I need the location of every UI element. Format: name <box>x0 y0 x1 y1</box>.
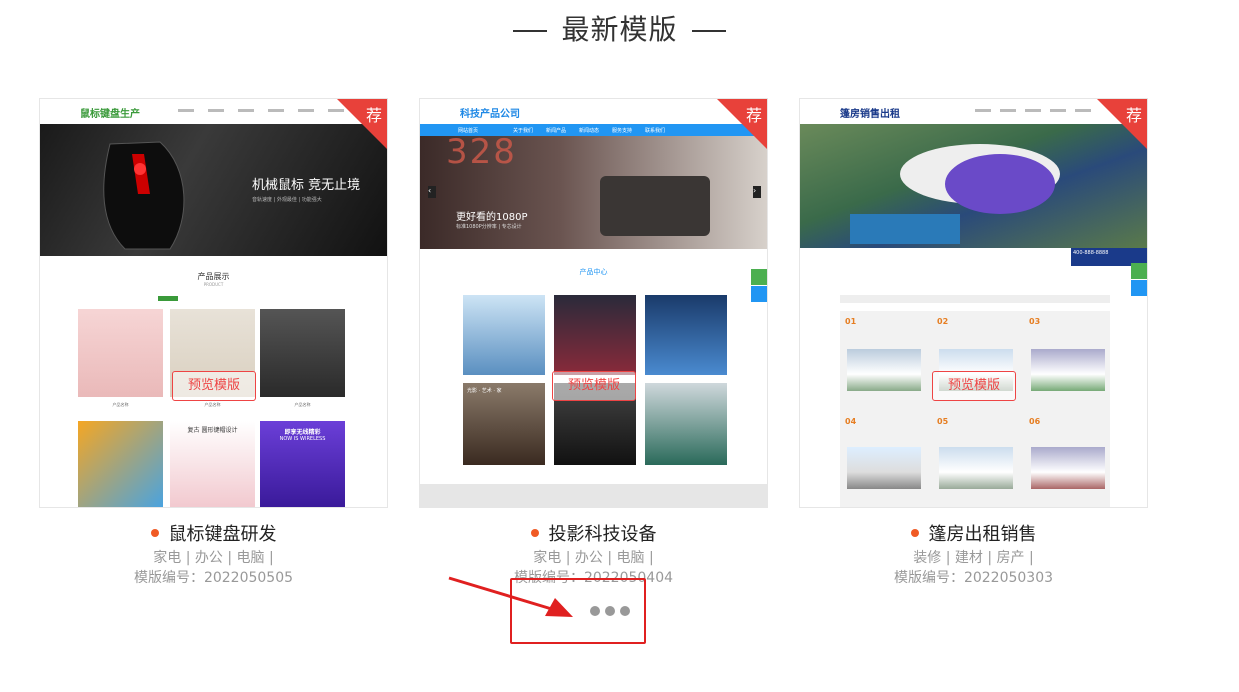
more-templates-button[interactable] <box>510 578 646 644</box>
mock-product-1 <box>78 309 163 397</box>
template-card-1[interactable]: 鼠标键盘生产 机械鼠标 竞无止境 音轨速度 | 外观最佳 | 功能强大 产品展示… <box>39 98 388 588</box>
qq-icon <box>751 286 767 302</box>
bullet-dot-icon <box>910 529 919 537</box>
template-tags: 家电 | 办公 | 电脑 | <box>153 550 274 566</box>
prev-arrow-icon: ‹ <box>428 186 436 198</box>
recommend-badge-label: 荐 <box>365 106 382 125</box>
template-name[interactable]: 投影科技设备 <box>419 520 768 546</box>
mock-banner-sub: 音轨速度 | 外观最佳 | 功能强大 <box>252 197 322 203</box>
mock-logo: 科技产品公司 <box>460 109 520 120</box>
bullet-dot-icon <box>530 529 539 537</box>
template-tags: 家电 | 办公 | 电脑 | <box>533 550 654 566</box>
preview-template-button[interactable]: 预览模版 <box>932 371 1016 401</box>
mock-promo-3: 即享无线精彩 NOW IS WIRELESS <box>260 421 345 507</box>
template-thumbnail-2[interactable]: 科技产品公司 网站首页 关于我们 新闻产品 新闻动态 服务支持 联系我们 328… <box>419 98 768 508</box>
mock-banner <box>800 124 1147 248</box>
mock-product-3 <box>260 309 345 397</box>
template-thumbnail-1[interactable]: 鼠标键盘生产 机械鼠标 竞无止境 音轨速度 | 外观最佳 | 功能强大 产品展示… <box>39 98 388 508</box>
preview-template-button[interactable]: 预览模版 <box>172 371 256 401</box>
mock-promo-2: 复古 圆形键帽设计 <box>170 421 255 507</box>
title-right-dash <box>691 30 726 32</box>
mock-section-title: 产品展示 <box>197 272 230 281</box>
mock-banner: 机械鼠标 竞无止境 音轨速度 | 外观最佳 | 功能强大 <box>40 124 387 256</box>
section-title-text: 最新模版 <box>561 13 678 46</box>
wechat-icon <box>1131 263 1147 279</box>
template-code: 模版编号：2022050505 <box>133 570 294 586</box>
mock-nav: 鼠标键盘生产 <box>40 99 387 124</box>
template-name[interactable]: 篷房出租销售 <box>799 520 1148 546</box>
title-left-dash <box>513 30 548 32</box>
mock-nav: 科技产品公司 <box>420 99 767 124</box>
mock-banner: 328 更好看的1080P 标准1080P分辨率 | 专芯设计 ‹ › <box>420 132 767 249</box>
mock-section-en: PRODUCT <box>203 282 224 287</box>
mock-section-title: 产品中心 <box>579 268 608 276</box>
bullet-dot-icon <box>150 529 159 537</box>
template-code: 模版编号：2022050303 <box>893 570 1054 586</box>
recommend-badge-label: 荐 <box>1125 106 1142 125</box>
template-card-2[interactable]: 科技产品公司 网站首页 关于我们 新闻产品 新闻动态 服务支持 联系我们 328… <box>419 98 768 588</box>
mock-banner-title: 机械鼠标 竞无止境 <box>252 178 361 193</box>
next-arrow-icon: › <box>753 186 761 198</box>
recommend-badge-label: 荐 <box>745 106 762 125</box>
qq-icon <box>1131 280 1147 296</box>
template-tags: 装修 | 建材 | 房产 | <box>913 550 1034 566</box>
template-name[interactable]: 鼠标键盘研发 <box>39 520 388 546</box>
mock-logo: 篷房销售出租 <box>840 109 900 120</box>
section-title: 最新模版 <box>0 8 1239 48</box>
mock-promo-1 <box>78 421 163 507</box>
wechat-icon <box>751 269 767 285</box>
mock-logo: 鼠标键盘生产 <box>80 109 140 120</box>
preview-template-button[interactable]: 预览模版 <box>552 371 636 401</box>
template-thumbnail-3[interactable]: 篷房销售出租 400-888-8888 01 02 03 04 05 06 荐 … <box>799 98 1148 508</box>
template-card-3[interactable]: 篷房销售出租 400-888-8888 01 02 03 04 05 06 荐 … <box>799 98 1148 588</box>
mock-nav: 篷房销售出租 <box>800 99 1147 124</box>
